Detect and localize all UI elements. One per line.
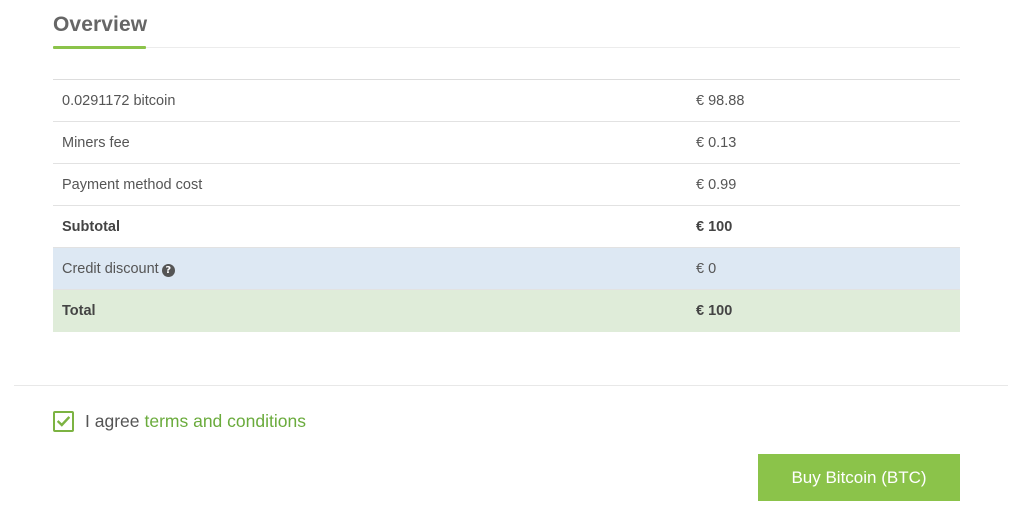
row-value: € 0.13: [696, 121, 960, 164]
row-value: € 98.88: [696, 79, 960, 122]
row-value: € 100: [696, 289, 960, 332]
row-label: Miners fee: [53, 121, 696, 164]
row-label: 0.0291172 bitcoin: [53, 79, 696, 122]
row-label: Subtotal: [53, 205, 696, 248]
table-row-subtotal: Subtotal € 100: [53, 205, 960, 248]
table-row-bitcoin-amount: 0.0291172 bitcoin € 98.88: [53, 79, 960, 122]
question-circle-icon[interactable]: ?: [161, 263, 175, 277]
buy-bitcoin-button[interactable]: Buy Bitcoin (BTC): [758, 454, 960, 501]
overview-title: Overview: [53, 13, 148, 36]
checkmark-icon: [57, 415, 70, 427]
row-label-cell: Credit discount?: [53, 247, 696, 290]
table-row-payment-method-cost: Payment method cost € 0.99: [53, 163, 960, 206]
row-label: Credit discount: [62, 260, 159, 277]
row-label: Payment method cost: [53, 163, 696, 206]
table-row-credit-discount: Credit discount? € 0: [53, 247, 960, 290]
agree-text: I agree: [85, 410, 140, 431]
checkout-overview: Overview 0.0291172 bitcoin € 98.88 Miner…: [0, 0, 1024, 519]
row-value: € 100: [696, 205, 960, 248]
terms-checkbox[interactable]: [53, 410, 74, 432]
terms-agreement: I agree terms and conditions: [53, 410, 306, 432]
table-row-miners-fee: Miners fee € 0.13: [53, 121, 960, 164]
order-summary-table: 0.0291172 bitcoin € 98.88 Miners fee € 0…: [53, 79, 960, 332]
terms-and-conditions-link[interactable]: terms and conditions: [144, 411, 305, 432]
table-row-total: Total € 100: [53, 289, 960, 332]
row-value: € 0.99: [696, 163, 960, 206]
row-label: Total: [53, 289, 696, 332]
row-value: € 0: [696, 247, 960, 290]
heading-divider: [53, 47, 960, 48]
heading-accent-underline: [53, 46, 146, 49]
section-divider: [14, 385, 1008, 386]
